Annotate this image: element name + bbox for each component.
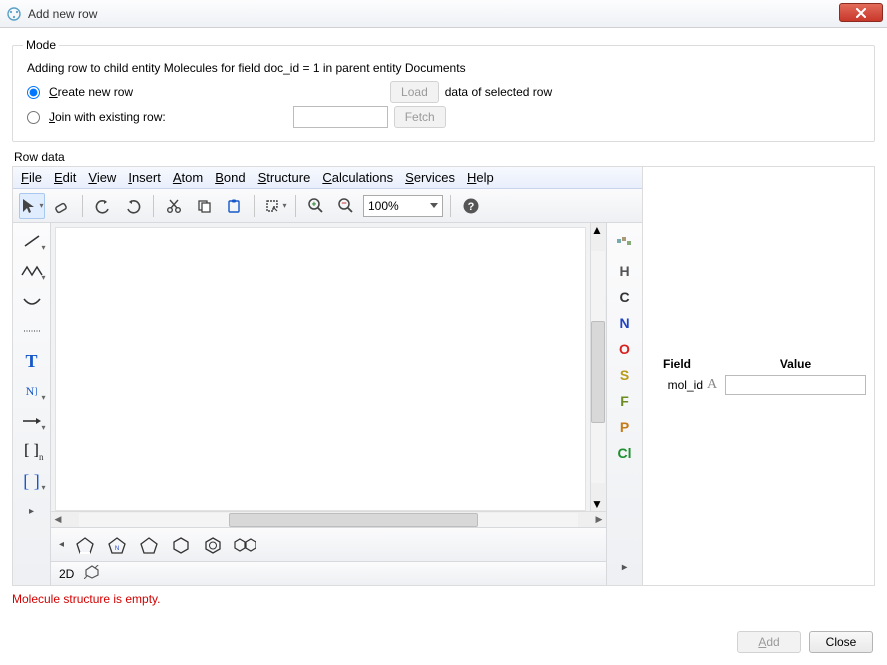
- element-o[interactable]: O: [619, 341, 630, 357]
- zoom-in-button[interactable]: +: [303, 193, 329, 219]
- cyclopentane-open[interactable]: [74, 535, 96, 555]
- element-cl[interactable]: Cl: [618, 445, 632, 461]
- select-tool[interactable]: ▾: [19, 193, 45, 219]
- element-toolbox: H C N O S F P Cl ▸: [606, 223, 642, 585]
- menu-atom[interactable]: Atom: [173, 170, 203, 185]
- canvas[interactable]: [55, 227, 586, 511]
- arrow-tool[interactable]: ▾: [17, 409, 47, 433]
- element-n[interactable]: N: [619, 315, 629, 331]
- menu-edit[interactable]: Edit: [54, 170, 76, 185]
- toolbar: ▾ ▾ + − 100% ?: [13, 189, 642, 223]
- window-title: Add new row: [28, 7, 97, 21]
- menu-services[interactable]: Services: [405, 170, 455, 185]
- pentagon-shape[interactable]: [138, 535, 160, 555]
- zoom-out-button[interactable]: −: [333, 193, 359, 219]
- benzene-shape[interactable]: [202, 535, 224, 555]
- menu-help[interactable]: Help: [467, 170, 494, 185]
- left-expand[interactable]: ▸: [17, 499, 47, 523]
- menubar: File Edit View Insert Atom Bond Structur…: [13, 167, 642, 189]
- element-h[interactable]: H: [619, 263, 629, 279]
- shape-expand[interactable]: ◂: [59, 539, 64, 550]
- join-id-input[interactable]: [293, 106, 388, 128]
- load-hint: data of selected row: [445, 85, 552, 99]
- editor-main: File Edit View Insert Atom Bond Structur…: [13, 167, 643, 585]
- mode-legend: Mode: [23, 38, 59, 52]
- svg-text:?: ?: [468, 201, 475, 213]
- cyclopentane-n[interactable]: N: [106, 535, 128, 555]
- load-button[interactable]: Load: [390, 81, 439, 103]
- editor-box: File Edit View Insert Atom Bond Structur…: [12, 166, 875, 586]
- status-message: Molecule structure is empty.: [12, 592, 875, 606]
- fused-shape[interactable]: [234, 535, 256, 555]
- zoom-select[interactable]: 100%: [363, 195, 443, 217]
- nlabel-tool[interactable]: N]▾: [17, 379, 47, 403]
- text-tool[interactable]: T: [17, 349, 47, 373]
- field-name: mol_id: [651, 378, 703, 392]
- footer-bar: 2D: [51, 561, 606, 585]
- mode-group: Mode Adding row to child entity Molecule…: [12, 38, 875, 142]
- bracket-n-tool[interactable]: [ ]n: [17, 439, 47, 463]
- clean-icon[interactable]: [84, 565, 100, 582]
- field-value-input[interactable]: [725, 375, 866, 395]
- element-c[interactable]: C: [619, 289, 629, 305]
- hexagon-shape[interactable]: [170, 535, 192, 555]
- field-type-icon: A: [707, 377, 721, 393]
- menu-insert[interactable]: Insert: [128, 170, 161, 185]
- close-button[interactable]: Close: [809, 631, 873, 653]
- menu-calc[interactable]: Calculations: [322, 170, 393, 185]
- titlebar: Add new row: [0, 0, 887, 28]
- dash-tool[interactable]: [17, 319, 47, 343]
- field-panel: Field Value mol_id A: [643, 167, 874, 585]
- menu-structure[interactable]: Structure: [258, 170, 311, 185]
- value-header: Value: [725, 357, 866, 371]
- fetch-button[interactable]: Fetch: [394, 106, 446, 128]
- svg-text:N: N: [115, 546, 119, 552]
- eraser-tool[interactable]: [49, 193, 75, 219]
- vscrollbar[interactable]: ▲▼: [590, 223, 606, 511]
- menu-file[interactable]: File: [21, 170, 42, 185]
- mode-description: Adding row to child entity Molecules for…: [27, 61, 864, 75]
- bracket-tool[interactable]: [ ]▾: [17, 469, 47, 493]
- left-toolbox: ▾ ▾ T N]▾ ▾ [ ]n [ ]▾ ▸: [13, 223, 51, 585]
- rowdata-label: Row data: [14, 150, 875, 164]
- window-close-button[interactable]: [839, 3, 883, 22]
- workspace: ▾ ▾ T N]▾ ▾ [ ]n [ ]▾ ▸ ▲▼ ◀▶: [13, 223, 642, 585]
- undo-button[interactable]: [90, 193, 116, 219]
- redo-button[interactable]: [120, 193, 146, 219]
- svg-text:−: −: [341, 198, 346, 208]
- element-s[interactable]: S: [620, 367, 629, 383]
- join-row-label[interactable]: Join with existing row:: [49, 110, 166, 124]
- add-button[interactable]: Add: [737, 631, 801, 653]
- paste-button[interactable]: [221, 193, 247, 219]
- periodic-icon[interactable]: [610, 229, 640, 253]
- single-bond-tool[interactable]: ▾: [17, 229, 47, 253]
- shape-toolbar: ◂ N: [51, 527, 606, 561]
- element-p[interactable]: P: [620, 419, 629, 435]
- cut-button[interactable]: [161, 193, 187, 219]
- menu-view[interactable]: View: [88, 170, 116, 185]
- lasso-tool[interactable]: ▾: [262, 193, 288, 219]
- element-f[interactable]: F: [620, 393, 629, 409]
- right-expand[interactable]: ▸: [610, 555, 640, 579]
- menu-bond[interactable]: Bond: [215, 170, 245, 185]
- field-header: Field: [651, 357, 703, 371]
- copy-button[interactable]: [191, 193, 217, 219]
- app-icon: [6, 6, 22, 22]
- create-row-radio[interactable]: [27, 86, 40, 99]
- join-row-radio[interactable]: [27, 111, 40, 124]
- hscrollbar[interactable]: ◀▶: [51, 511, 606, 527]
- chain-tool[interactable]: ▾: [17, 259, 47, 283]
- help-button[interactable]: ?: [458, 193, 484, 219]
- view-mode-2d[interactable]: 2D: [59, 567, 74, 581]
- curve-tool[interactable]: [17, 289, 47, 313]
- svg-text:+: +: [312, 199, 317, 208]
- create-row-label[interactable]: Create new row: [49, 85, 133, 99]
